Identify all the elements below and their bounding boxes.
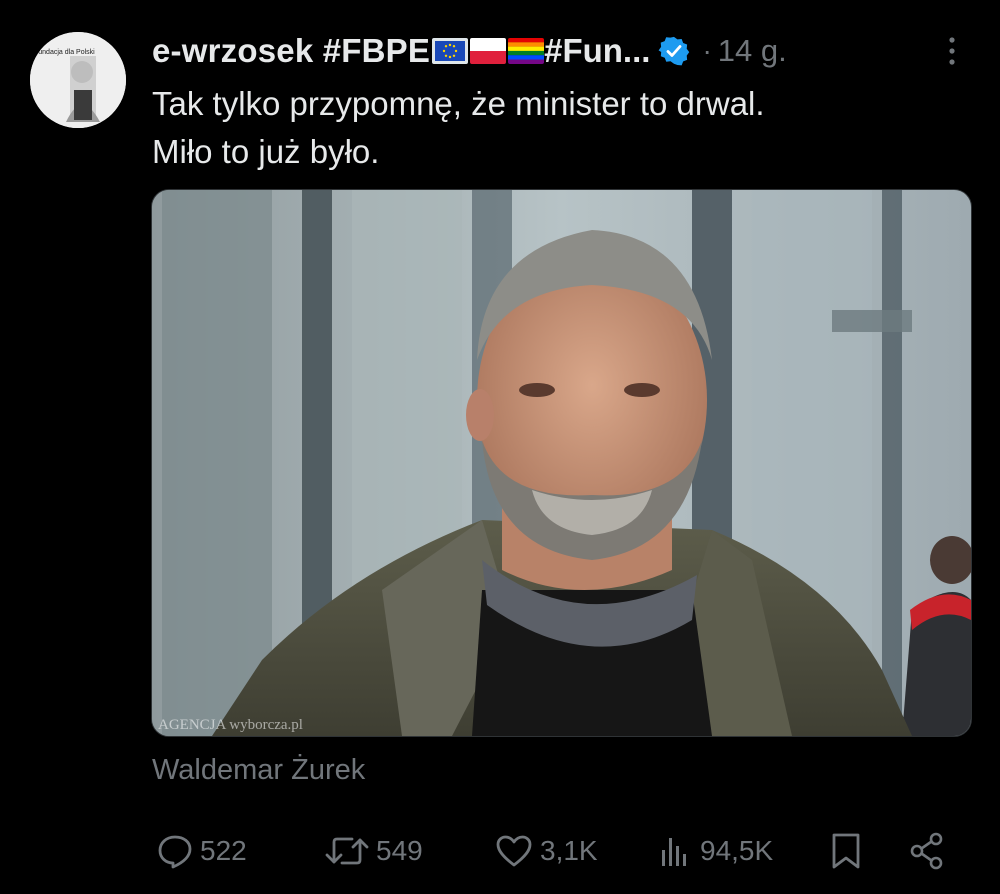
verified-badge-icon bbox=[658, 35, 690, 67]
share-button[interactable] bbox=[908, 826, 946, 876]
bookmark-button[interactable] bbox=[828, 826, 864, 876]
more-options-icon[interactable] bbox=[938, 34, 966, 68]
repost-icon bbox=[324, 832, 370, 870]
repost-button[interactable]: 549 bbox=[324, 826, 423, 876]
reply-button[interactable]: 522 bbox=[156, 826, 247, 876]
repost-count: 549 bbox=[376, 835, 423, 866]
tweet-photo[interactable]: AGENCJA wyborcza.pl bbox=[151, 189, 972, 737]
like-count: 3,1K bbox=[540, 835, 598, 866]
time-separator: · bbox=[702, 35, 712, 66]
tweet-text-line: Tak tylko przypomnę, że minister to drwa… bbox=[152, 85, 765, 122]
eu-flag-icon bbox=[432, 38, 469, 64]
rainbow-flag-icon bbox=[508, 38, 545, 64]
avatar-caption: Fundacja dla Polski bbox=[34, 49, 95, 56]
reply-count: 522 bbox=[200, 835, 247, 866]
tweet-time[interactable]: 14 g. bbox=[718, 33, 787, 69]
share-icon bbox=[908, 831, 946, 871]
author-avatar[interactable]: Fundacja dla Polski bbox=[30, 32, 126, 128]
tweet-text: Tak tylko przypomnę, że minister to drwa… bbox=[152, 80, 952, 176]
like-button[interactable]: 3,1K bbox=[494, 826, 598, 876]
tweet-actions: 522 549 3,1K 94,5K bbox=[150, 826, 970, 876]
photo-watermark: AGENCJA wyborcza.pl bbox=[158, 717, 303, 733]
views-icon bbox=[658, 832, 694, 870]
views-count: 94,5K bbox=[700, 835, 774, 866]
tweet[interactable]: Fundacja dla Polski e-wrzosek #FBPE #Fun… bbox=[0, 0, 1000, 894]
reply-icon bbox=[156, 832, 194, 870]
photo-caption: Waldemar Żurek bbox=[152, 754, 366, 786]
tweet-text-line: Miło to już było. bbox=[152, 133, 380, 170]
poland-flag-icon bbox=[470, 38, 507, 64]
heart-icon bbox=[494, 832, 534, 870]
author-display-name[interactable]: e-wrzosek #FBPE bbox=[152, 32, 430, 70]
views-button[interactable]: 94,5K bbox=[658, 826, 773, 876]
author-display-name-tail[interactable]: #Fun... bbox=[544, 32, 650, 70]
bookmark-icon bbox=[828, 831, 864, 871]
tweet-header: e-wrzosek #FBPE #Fun... · 14 g. bbox=[152, 26, 787, 76]
